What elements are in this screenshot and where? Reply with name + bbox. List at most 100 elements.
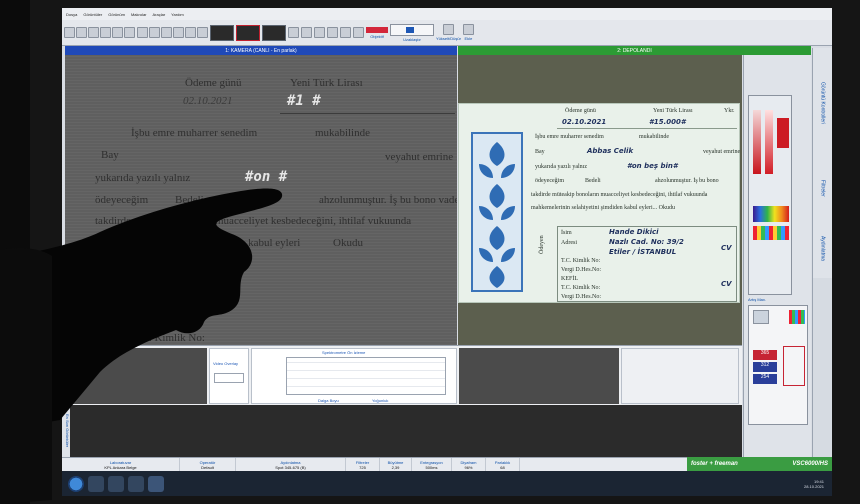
intensity-bar[interactable] (753, 110, 761, 174)
cam-line1: İşbu emre muharrer senedim (131, 127, 258, 139)
overlay-icon[interactable] (149, 27, 160, 38)
promissory-note-image: Ödeme günü Yeni Türk Lirası Ykr. 02.10.2… (458, 103, 740, 303)
objective-label: Objektif (370, 33, 384, 39)
recent-images-tab[interactable]: En Son Görüntüler (62, 405, 70, 457)
menu-item-help[interactable]: Yardım (171, 12, 184, 17)
color-mode-icon[interactable] (789, 310, 805, 324)
spectrum-icon[interactable] (197, 27, 208, 38)
cam-currency: Yeni Türk Lirası (290, 77, 363, 89)
raise-lower-icon[interactable] (442, 24, 454, 35)
menu-item-file[interactable]: Dosya (66, 12, 77, 17)
menu-item-tools[interactable]: Araçlar (153, 12, 166, 17)
compare-icon[interactable] (185, 27, 196, 38)
mini-panel-right (621, 348, 739, 404)
cam-yukarida: yukarıda yazılı yalnız (95, 172, 191, 184)
side-blank-tab (812, 278, 832, 457)
note-adres-value-2: Etiler / İSTANBUL (609, 248, 677, 256)
video-overlay-label: Video Overlay (213, 361, 239, 366)
stored-panel-header: 2: DEPOLANDI (458, 46, 811, 55)
cam-takdirde: takdirde müteakip (95, 215, 175, 227)
graph-plot-area[interactable] (286, 357, 446, 395)
filter-icon[interactable] (353, 27, 364, 38)
image-controls-tab[interactable]: Görüntü Kontrolleri (812, 48, 832, 158)
status-lighting: Aydınlatma Spot 345-675 (B) (236, 458, 346, 471)
toolbar-tools-group (137, 27, 208, 38)
light-icon[interactable] (340, 27, 351, 38)
cam-ahzolunmustur: ahzolunmuştur. İş bu bono vadesinde (319, 194, 457, 206)
add-icon[interactable] (462, 24, 474, 35)
vsc-application-window: Dosya Görüntüler Görünüm Makrolar Araçla… (62, 8, 832, 496)
live-camera-view[interactable]: Ödeme günü Yeni Türk Lirası 02.10.2021 #… (65, 55, 457, 345)
browser-icon[interactable] (108, 475, 124, 492)
explorer-icon[interactable] (88, 475, 104, 492)
menu-item-images[interactable]: Görüntüler (83, 12, 102, 17)
taskbar-clock: 19:41 28.10.2021 (804, 479, 824, 489)
note-mukabilinde: mukabilinde (639, 134, 669, 140)
note-ornament (471, 132, 523, 292)
status-lab: Laboratuvar KPL Ankara Belge (62, 458, 180, 471)
save-icon[interactable] (88, 27, 99, 38)
stored-mini-preview (459, 348, 619, 404)
note-currency: Yeni Türk Lirası (653, 108, 693, 114)
note-mahkeme: mahkemelerinin selahiyetini şimdiden kab… (531, 205, 675, 211)
histogram-icon[interactable] (314, 27, 325, 38)
wavelength-bar[interactable] (765, 110, 773, 174)
filter-swatches[interactable] (753, 226, 789, 240)
objective-bar[interactable] (366, 26, 388, 33)
print-icon[interactable] (100, 27, 111, 38)
lighting-tab[interactable]: Aydınlatma (812, 218, 832, 278)
artis-label: Artış Max. (748, 297, 767, 302)
menu-item-view[interactable]: Görünüm (108, 12, 125, 17)
cam-line (280, 113, 455, 114)
video-icon[interactable] (124, 27, 135, 38)
note-takdirde: takdirde müteakip bonoların muacceliyet … (531, 192, 708, 198)
zoom-slider[interactable] (390, 23, 434, 36)
status-magnification-value: 2,39 (391, 464, 400, 470)
palette-icon[interactable] (327, 27, 338, 38)
stored-image-view[interactable]: Ödeme günü Yeni Türk Lirası Ykr. 02.10.2… (458, 55, 742, 345)
media-icon[interactable] (128, 475, 144, 492)
cam-veya: veyahut emrine (385, 151, 454, 163)
rotate-icon[interactable] (301, 27, 312, 38)
uv-254-button[interactable]: 254 (753, 374, 777, 384)
menu-item-macros[interactable]: Makrolar (131, 12, 147, 17)
note-yalniz: #on beş bin# (627, 162, 678, 170)
filters-tab[interactable]: Filtreler (812, 158, 832, 218)
note-line1: İşbu emre muharrer senedim (535, 134, 604, 140)
note-ahzolunmustur: ahzolunmuştur. İş bu bono (655, 178, 719, 184)
start-button-icon[interactable] (68, 475, 84, 492)
video-overlay-toggle[interactable] (214, 373, 244, 383)
zoom-slider-knob[interactable] (406, 26, 414, 33)
camera-icon[interactable] (112, 27, 123, 38)
mirror-icon[interactable] (288, 27, 299, 38)
open-icon[interactable] (76, 27, 87, 38)
thumbnail-3[interactable] (262, 24, 286, 41)
note-bedeli: Bedeli (585, 178, 601, 184)
status-magnification: Büyütme 2,39 (380, 458, 412, 471)
note-ykr: Ykr. (724, 108, 735, 114)
live-thumbnail[interactable] (210, 24, 234, 41)
recent-images-strip[interactable] (65, 405, 742, 457)
spectrum-gradient[interactable] (753, 206, 789, 222)
status-filters-value: 725 (359, 464, 366, 470)
selected-light-group[interactable] (783, 346, 805, 386)
objective-control: Objektif (366, 26, 388, 39)
camera-mini-preview (67, 348, 207, 404)
grid-icon[interactable] (161, 27, 172, 38)
zoom-icon[interactable] (173, 27, 184, 38)
vsc-app-icon[interactable] (148, 475, 164, 492)
uv-312-button[interactable]: 312 (753, 362, 777, 372)
control-sidebar: Artış Max. 365 312 254 (743, 55, 811, 495)
cam-okudu: Okudu (333, 237, 363, 249)
new-icon[interactable] (64, 27, 75, 38)
mode-button-1[interactable] (753, 310, 769, 324)
lighting-panel (748, 95, 792, 295)
add-control: Ekle (462, 24, 474, 41)
stored-thumbnail[interactable] (236, 24, 260, 41)
status-brightness-value: 68 (500, 464, 505, 470)
main-toolbar: Objektif Uzaklaştır Yükselt/Düşür Ekle (62, 20, 832, 46)
status-integration: Entegrasyon 500ms (412, 458, 452, 471)
note-kefil: KEFİL (561, 276, 578, 282)
uv-365-button[interactable]: 365 (753, 350, 777, 360)
measure-icon[interactable] (137, 27, 148, 38)
